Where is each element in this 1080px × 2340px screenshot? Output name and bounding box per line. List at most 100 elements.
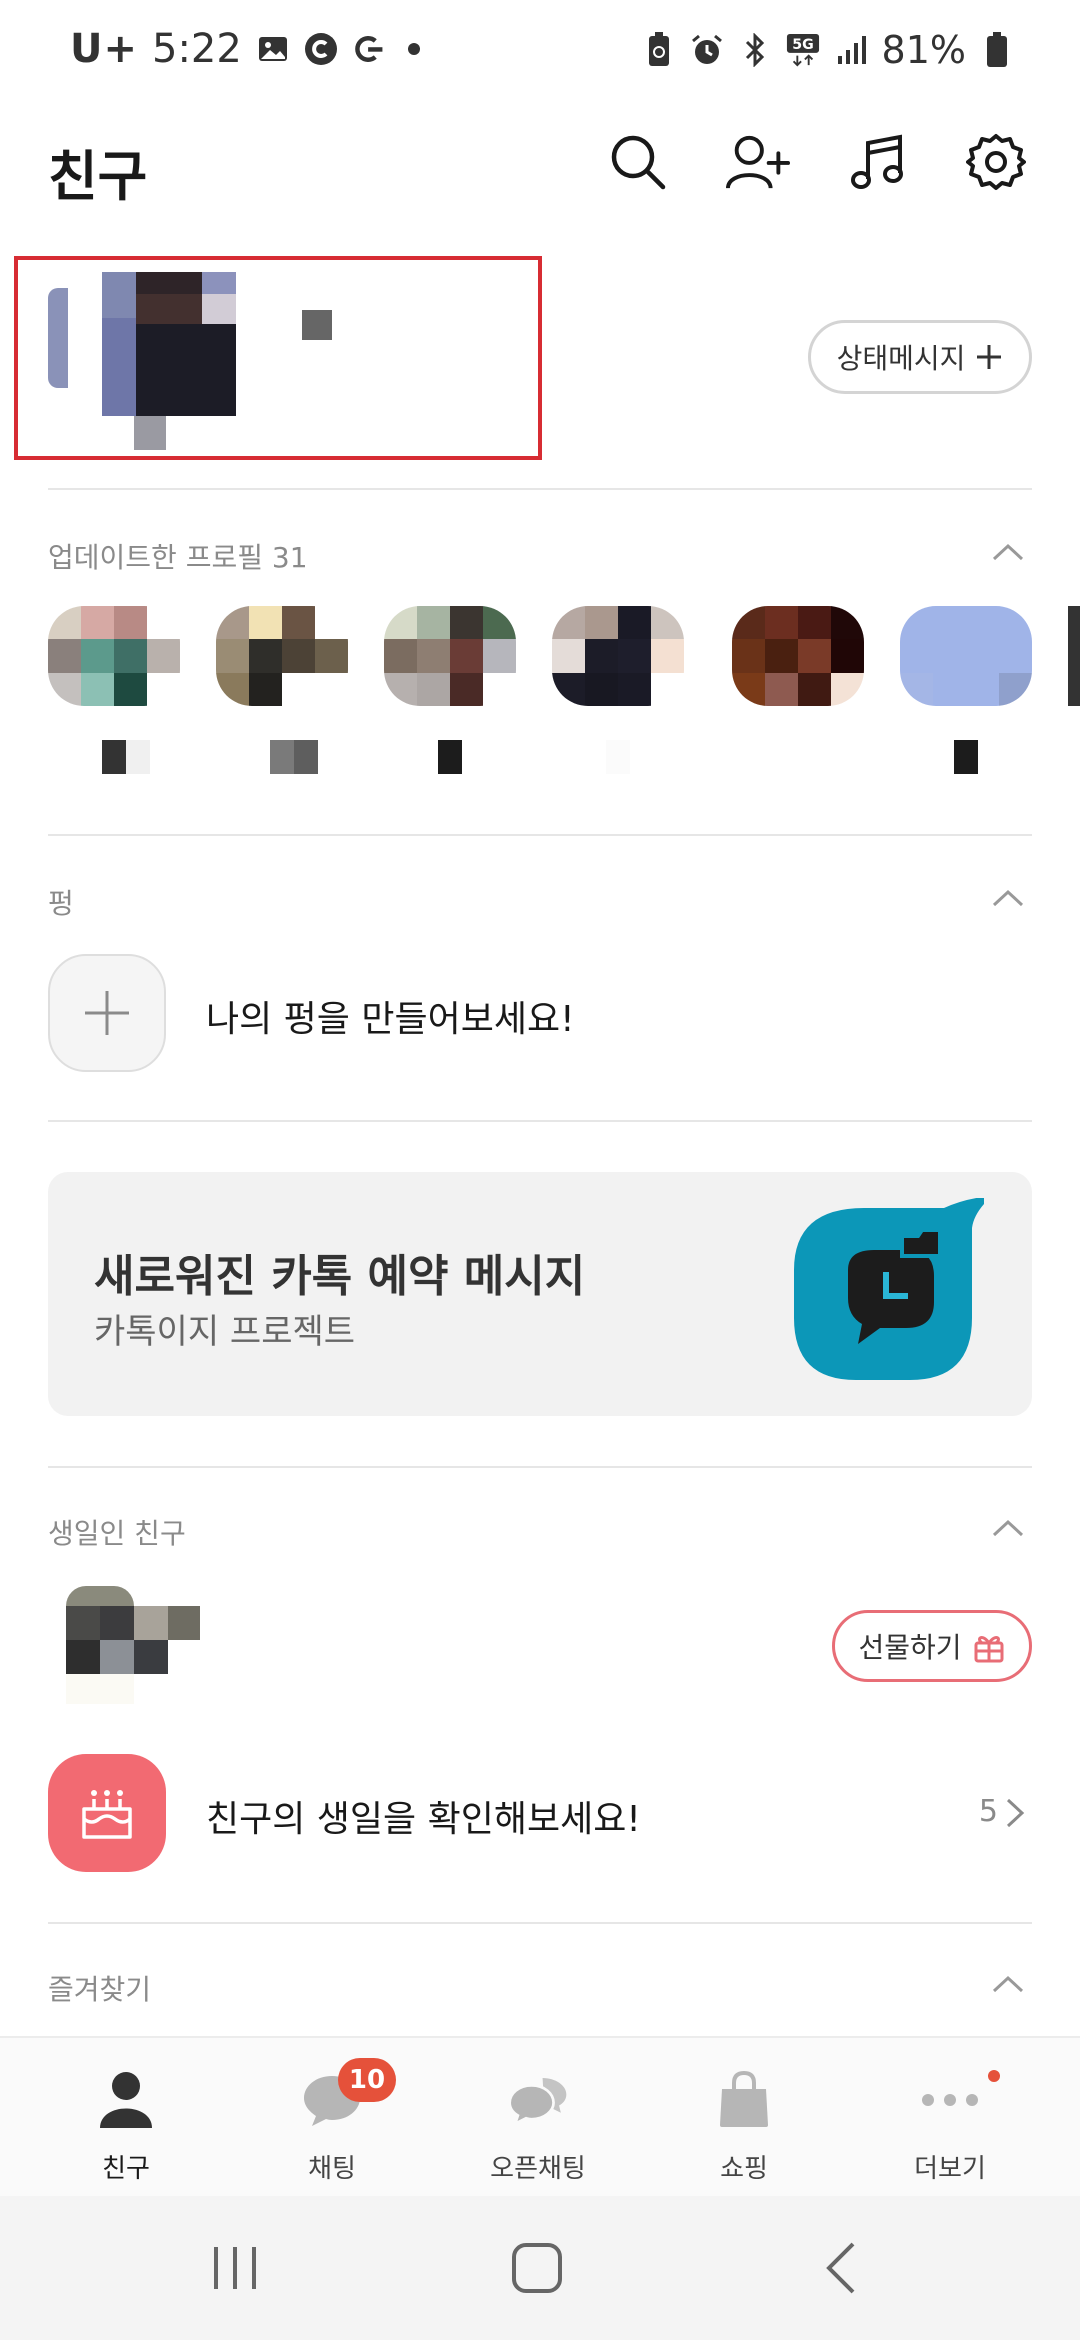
thumbnail-pixel [552,639,585,673]
thumbnail-pixel [450,606,483,640]
updated-profiles-list [48,606,1080,776]
thumbnail-pixel [282,639,315,673]
updated-profile-thumbnail [216,606,348,706]
thumbnail-pixel [216,639,249,673]
thumbnail-pixel [483,639,516,673]
tab-friends[interactable]: 친구 [36,2038,216,2198]
create-pyeong-row[interactable]: 나의 펑을 만들어보세요! [48,954,1032,1074]
collapse-birthday-chevron-icon[interactable] [988,1508,1028,1548]
system-nav-bar [0,2196,1080,2340]
tab-chats[interactable]: 10 채팅 [242,2038,422,2198]
page-title: 친구 [48,145,148,208]
name-pixel [954,740,978,774]
name-pixel [930,740,954,774]
thumbnail-pixel [552,672,585,706]
divider [48,1922,1032,1924]
more-notification-dot [988,2070,1000,2082]
add-pyeong-button[interactable] [48,954,166,1072]
thumbnail-pixel [48,672,81,706]
thumbnail-pixel [48,606,81,640]
thumbnail-pixel [651,672,684,706]
updated-profile-item[interactable] [384,606,516,776]
tab-open-chat[interactable]: 오픈채팅 [448,2038,628,2198]
promo-banner[interactable]: 새로워진 카톡 예약 메시지 카톡이지 프로젝트 [48,1172,1032,1416]
name-pixel [978,740,1002,774]
music-icon[interactable] [846,130,910,194]
tab-open-chat-label: 오픈채팅 [490,2154,586,2184]
name-pixel [462,740,486,774]
banner-subtitle: 카톡이지 프로젝트 [94,1312,356,1352]
tab-more-label: 더보기 [914,2154,986,2184]
thumbnail-pixel [765,639,798,673]
collapse-favorites-chevron-icon[interactable] [988,1964,1028,2004]
name-pixel [438,740,462,774]
thumbnail-pixel [48,639,81,673]
tab-chats-label: 채팅 [308,2154,356,2184]
scheduled-message-icon [794,1196,992,1388]
updated-profile-name [78,740,150,774]
updated-profile-item[interactable] [732,606,864,776]
banner-title: 새로워진 카톡 예약 메시지 [94,1251,586,1302]
thumbnail-pixel [450,672,483,706]
bottom-nav: 친구 10 채팅 오픈채팅 쇼핑 더보기 [0,2036,1080,2196]
recent-apps-icon[interactable] [200,2236,270,2300]
thumbnail-pixel [216,606,249,640]
thumbnail-pixel [999,639,1032,673]
thumbnail-pixel [450,639,483,673]
name-pixel [246,740,270,774]
thumbnail-pixel [900,672,933,706]
thumbnail-pixel [249,606,282,640]
add-friend-icon[interactable] [726,130,790,194]
carrier-label: U+ [70,26,138,72]
updated-profile-name [762,740,834,774]
shopping-bag-icon [712,2068,776,2132]
status-bar-right: 5G 81% [642,28,1014,72]
updated-profile-item[interactable] [216,606,348,776]
collapse-updated-chevron-icon[interactable] [988,532,1028,572]
open-chat-icon [506,2068,570,2132]
thumbnail-pixel [585,606,618,640]
updated-profile-item[interactable] [900,606,1032,776]
thumbnail-pixel [765,672,798,706]
thumbnail-pixel [81,606,114,640]
birthday-friend-avatar[interactable] [66,1586,206,1706]
updated-profile-name [582,740,654,774]
thumbnail-pixel [81,639,114,673]
signal-icon [834,33,868,67]
thumbnail-pixel [585,672,618,706]
updated-profile-item[interactable] [48,606,180,776]
tab-more[interactable]: 더보기 [860,2038,1040,2198]
updated-profile-thumbnail [552,606,684,706]
tab-friends-label: 친구 [102,2154,150,2184]
back-icon[interactable] [806,2236,876,2300]
send-gift-button[interactable]: 선물하기 [832,1610,1032,1682]
divider [48,1466,1032,1468]
name-pixel [810,740,834,774]
battery-icon [980,32,1014,67]
check-birthdays-row[interactable]: 친구의 생일을 확인해보세요! 5 [48,1754,1032,1874]
thumbnail-pixel [384,639,417,673]
tab-shopping[interactable]: 쇼핑 [654,2038,834,2198]
thumbnail-pixel [798,606,831,640]
c-icon [304,32,338,66]
thumbnail-pixel [81,672,114,706]
status-message-button[interactable]: 상태메시지 [808,320,1032,394]
home-icon[interactable] [502,2236,572,2300]
divider [48,1120,1032,1122]
gift-label: 선물하기 [858,1631,962,1664]
settings-icon[interactable] [964,130,1028,194]
thumbnail-pixel [147,606,180,640]
create-pyeong-text: 나의 펑을 만들어보세요! [206,999,575,1040]
name-pixel [78,740,102,774]
thumbnail-pixel [900,606,933,640]
thumbnail-pixel [732,606,765,640]
search-icon[interactable] [606,130,670,194]
thumbnail-pixel [966,672,999,706]
status-bar: U+ 5:22 5G 81% [0,0,1080,108]
recycle-battery-icon [642,32,676,67]
my-profile-card[interactable] [14,256,542,460]
status-message-label: 상태메시지 [836,342,966,375]
updated-profile-item[interactable] [552,606,684,776]
collapse-pyeong-chevron-icon[interactable] [988,878,1028,918]
status-bar-left: U+ 5:22 [70,26,420,72]
